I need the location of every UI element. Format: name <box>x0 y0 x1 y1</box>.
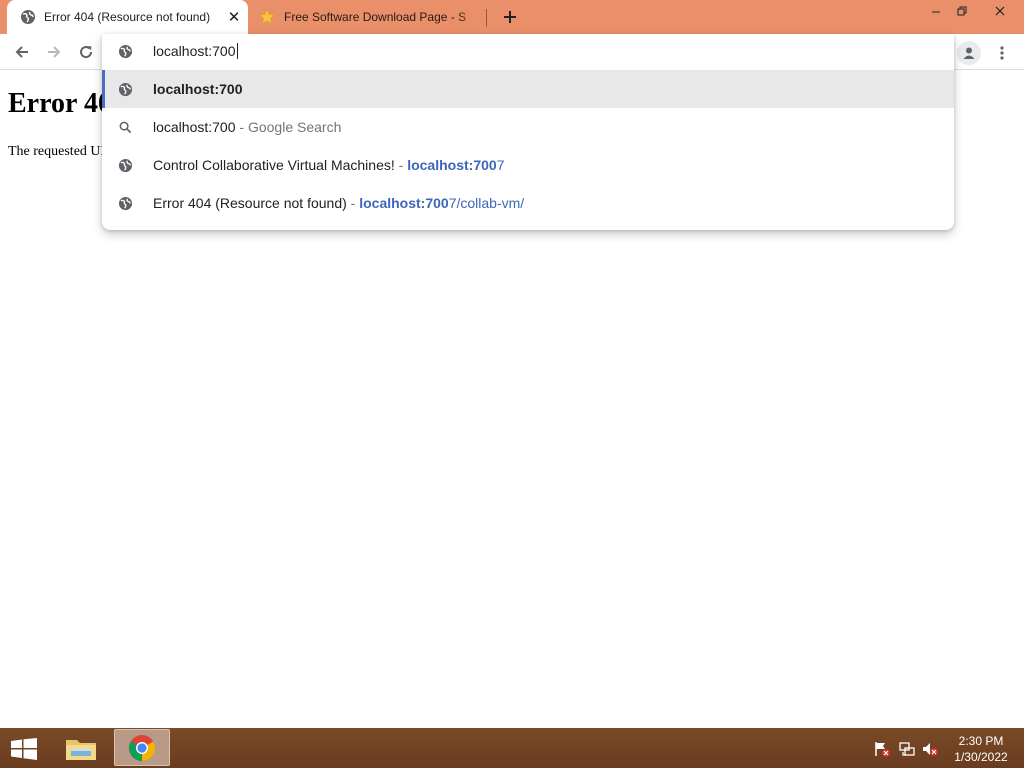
tab-separator <box>486 9 487 27</box>
clock-date: 1/30/2022 <box>954 750 1008 764</box>
globe-icon <box>118 158 133 178</box>
suggestion-text: Control Collaborative Virtual Machines! <box>153 157 395 173</box>
suggestion-separator: - <box>350 195 360 211</box>
new-tab-button[interactable] <box>499 6 521 28</box>
star-icon <box>258 8 276 26</box>
windows-logo-icon <box>11 738 37 760</box>
forward-button[interactable] <box>39 37 69 67</box>
tab-title: Free Software Download Page - S <box>284 10 467 24</box>
plus-icon <box>504 11 516 23</box>
person-icon <box>963 47 975 59</box>
chrome-icon <box>128 734 156 761</box>
system-clock[interactable]: 2:30 PM 1/30/2022 <box>948 733 1014 765</box>
omnibox-suggestion[interactable]: Control Collaborative Virtual Machines! … <box>102 146 954 184</box>
suggestion-description: Google Search <box>247 119 342 135</box>
minimize-button[interactable] <box>921 0 951 22</box>
volume-muted-icon[interactable] <box>921 740 939 758</box>
browser-menu-button[interactable] <box>992 41 1012 65</box>
globe-icon <box>118 82 133 102</box>
reload-icon <box>80 46 93 59</box>
globe-icon <box>20 9 36 25</box>
taskbar-file-explorer[interactable] <box>53 729 109 766</box>
arrow-back-icon <box>15 46 28 58</box>
suggestion-text: localhost:700 <box>153 119 236 135</box>
action-center-flag-icon[interactable] <box>873 740 891 758</box>
folder-icon <box>66 739 96 760</box>
suggestion-url-rest: 7 <box>496 157 505 173</box>
network-icon[interactable] <box>898 740 916 758</box>
tab-error-404[interactable]: Error 404 (Resource not found) ✕ <box>7 0 248 34</box>
suggestion-url-bold: localhost:700 <box>407 157 497 173</box>
clock-time: 2:30 PM <box>958 734 1004 748</box>
restore-button[interactable] <box>951 0 973 22</box>
suggestion-url-bold: localhost:700 <box>359 195 449 211</box>
suggestion-separator: - <box>398 157 408 173</box>
more-vert-icon <box>1000 46 1004 60</box>
close-icon <box>995 6 1005 16</box>
back-button[interactable] <box>7 37 37 67</box>
tab-free-software[interactable]: Free Software Download Page - S <box>251 0 487 34</box>
reload-button[interactable] <box>71 37 101 67</box>
suggestion-text: Error 404 (Resource not found) <box>153 195 347 211</box>
tab-close-icon[interactable]: ✕ <box>224 7 244 27</box>
arrow-forward-icon <box>48 46 61 58</box>
close-window-button[interactable] <box>978 0 1022 22</box>
omnibox-suggestion[interactable]: localhost:700 <box>102 70 954 108</box>
globe-icon <box>118 196 133 216</box>
globe-icon <box>118 44 133 64</box>
suggestion-separator: - <box>239 119 248 135</box>
taskbar-chrome[interactable] <box>114 729 170 766</box>
search-icon <box>118 120 133 140</box>
omnibox-suggestion[interactable]: Error 404 (Resource not found) - localho… <box>102 184 954 222</box>
suggestion-url-rest: 7/collab-vm/ <box>448 195 525 211</box>
profile-avatar-button[interactable] <box>957 41 981 65</box>
title-bar: Error 404 (Resource not found) ✕ Free So… <box>0 0 1024 34</box>
address-bar[interactable]: localhost:700 <box>102 34 954 70</box>
start-button[interactable] <box>8 737 40 761</box>
tab-title: Error 404 (Resource not found) <box>44 10 211 24</box>
taskbar: 2:30 PM 1/30/2022 <box>0 728 1024 768</box>
suggestion-url: localhost:700 <box>153 81 243 97</box>
minimize-icon <box>932 11 940 13</box>
omnibox-suggestion[interactable]: localhost:700 - Google Search <box>102 108 954 146</box>
restore-icon <box>957 6 967 16</box>
omnibox-dropdown: localhost:700 localhost:700 localhost:70… <box>102 34 954 230</box>
address-input[interactable]: localhost:700 <box>153 43 238 59</box>
